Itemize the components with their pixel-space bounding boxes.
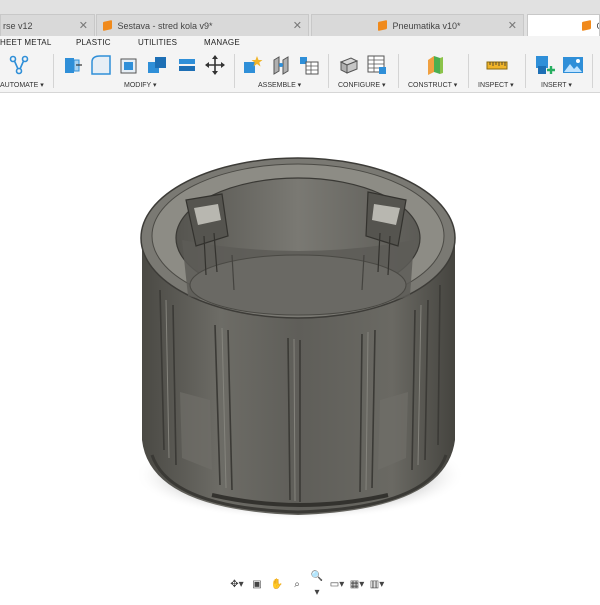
component-icon (582, 20, 591, 31)
tab-title: C (597, 21, 599, 31)
part-model[interactable] (0, 93, 600, 600)
orbit-icon[interactable]: ✥▾ (229, 577, 245, 593)
modify-group-label[interactable]: MODIFY ▾ (124, 81, 157, 89)
inner-floor (189, 254, 407, 316)
side-panel (180, 392, 212, 470)
look-at-icon[interactable]: ▣ (249, 577, 265, 593)
tab-title: Sestava - stred kola v9* (117, 21, 213, 31)
tab-sheet-metal[interactable]: HEET METAL (0, 38, 52, 47)
insert-image-icon[interactable] (562, 54, 584, 76)
insert-group-label[interactable]: INSERT ▾ (541, 81, 572, 89)
close-icon[interactable]: ✕ (293, 15, 302, 36)
divider (234, 54, 235, 88)
assemble-group-label[interactable]: ASSEMBLE ▾ (258, 81, 301, 89)
configure-group-label[interactable]: CONFIGURE ▾ (338, 81, 385, 89)
divider (53, 54, 54, 88)
display-icon[interactable]: ▭▾ (329, 577, 345, 593)
canvas-viewport[interactable] (0, 93, 600, 600)
construct-group-label[interactable]: CONSTRUCT ▾ (408, 81, 457, 89)
toolbar: AUTOMATE ▾ MODIFY ▾ ASSEMBLE ▾ CONFIGURE… (0, 50, 600, 93)
divider (328, 54, 329, 88)
press-pull-icon[interactable] (62, 54, 84, 76)
viewports-icon[interactable]: ▥▾ (369, 577, 385, 593)
joint-icon[interactable] (270, 54, 292, 76)
divider (468, 54, 469, 88)
document-tab-bar: rse v12 ✕ Sestava - stred kola v9* ✕ Pne… (0, 0, 600, 37)
workspace-tab-strip: HEET METAL PLASTIC UTILITIES MANAGE (0, 36, 600, 50)
side-panel (378, 392, 408, 470)
close-icon[interactable]: ✕ (508, 15, 517, 36)
divider (398, 54, 399, 88)
move-icon[interactable] (204, 54, 226, 76)
divider (592, 54, 593, 88)
chamfer-icon[interactable] (118, 54, 140, 76)
configure-table-icon[interactable] (366, 54, 388, 76)
tab-plastic[interactable]: PLASTIC (76, 38, 111, 47)
pan-icon[interactable]: ✋ (269, 577, 285, 593)
zoom-window-icon[interactable]: ⌕ (289, 577, 305, 593)
navigation-bar: ✥▾ ▣ ✋ ⌕ 🔍▾ ▭▾ ▦▾ ▥▾ (227, 571, 387, 598)
document-tab-3[interactable]: Pneumatika v10* ✕ (311, 14, 524, 36)
automate-group-label[interactable]: AUTOMATE ▾ (0, 81, 44, 89)
tab-manage[interactable]: MANAGE (204, 38, 240, 47)
grid-icon[interactable]: ▦▾ (349, 577, 365, 593)
combine-icon[interactable] (146, 54, 168, 76)
inspect-group-label[interactable]: INSPECT ▾ (478, 81, 514, 89)
document-tab-4[interactable]: C (527, 14, 600, 36)
tab-title: Pneumatika v10* (392, 21, 461, 31)
table-icon[interactable] (298, 54, 320, 76)
configure-icon[interactable] (338, 54, 360, 76)
measure-icon[interactable] (486, 54, 508, 76)
new-component-icon[interactable] (242, 54, 264, 76)
document-tab-2[interactable]: Sestava - stred kola v9* ✕ (96, 14, 309, 36)
shell-icon[interactable] (176, 54, 198, 76)
tab-utilities[interactable]: UTILITIES (138, 38, 177, 47)
zoom-icon[interactable]: 🔍▾ (309, 569, 325, 601)
document-tab-1[interactable]: rse v12 ✕ (0, 14, 95, 36)
divider (525, 54, 526, 88)
insert-derive-icon[interactable] (534, 54, 556, 76)
component-icon (103, 20, 112, 31)
tab-title: rse v12 (3, 21, 33, 31)
automate-icon[interactable] (8, 54, 30, 76)
close-icon[interactable]: ✕ (79, 15, 88, 36)
fillet-icon[interactable] (90, 54, 112, 76)
component-icon (378, 20, 387, 31)
offset-plane-icon[interactable] (424, 54, 446, 76)
